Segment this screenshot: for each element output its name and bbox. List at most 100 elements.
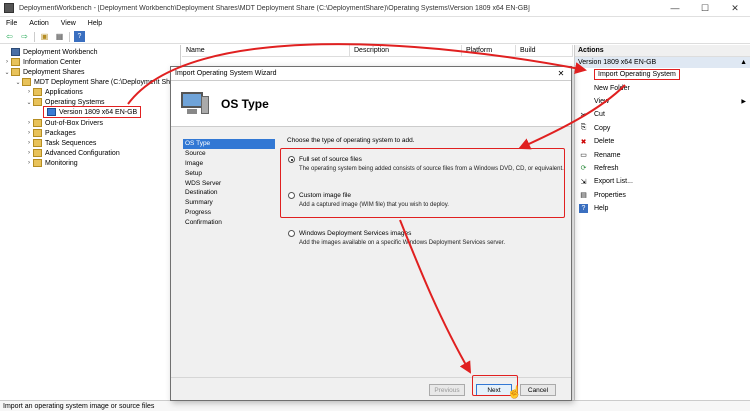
previous-button[interactable]: Previous — [429, 384, 465, 396]
collapse-icon[interactable]: ▲ — [740, 59, 747, 66]
actions-context-header[interactable]: Version 1809 x64 EN-GB ▲ — [575, 57, 750, 68]
action-label: View — [594, 97, 610, 105]
tree-item-task-sequences[interactable]: › Task Sequences — [25, 138, 96, 148]
menu-file[interactable]: File — [6, 20, 17, 27]
dialog-title: Import Operating System Wizard — [175, 70, 277, 77]
close-button[interactable]: ✕ — [720, 0, 750, 17]
blank-icon — [579, 84, 588, 93]
expand-arrow-icon[interactable]: › — [25, 150, 33, 156]
dialog-heading: OS Type — [221, 96, 269, 111]
cancel-button[interactable]: Cancel — [520, 384, 556, 396]
tree-item-monitoring[interactable]: › Monitoring — [25, 158, 78, 168]
tree-item-label: Packages — [45, 129, 76, 137]
step-source: Source — [185, 150, 206, 158]
radio-wds-images[interactable] — [288, 230, 295, 237]
action-import-operating-system[interactable]: Import Operating System — [575, 68, 750, 81]
folder-icon — [33, 149, 42, 157]
step-os-type: OS Type — [183, 139, 275, 149]
tree-item-label: Operating Systems — [45, 98, 105, 106]
tree-item-out-of-box-drivers[interactable]: › Out-of-Box Drivers — [25, 118, 103, 128]
step-summary: Summary — [185, 199, 213, 207]
expand-arrow-icon[interactable]: › — [25, 120, 33, 126]
expand-arrow-icon[interactable]: › — [3, 59, 11, 65]
step-image: Image — [185, 159, 204, 167]
properties-icon: ▤ — [580, 192, 587, 200]
tree-item-deployment-shares[interactable]: ⌄ Deployment Shares — [3, 67, 84, 77]
highlight-box-options — [280, 148, 565, 218]
expand-arrow-icon[interactable]: › — [25, 140, 33, 146]
cut-icon: ✂ — [580, 111, 587, 119]
tree-item-advanced-configuration[interactable]: › Advanced Configuration — [25, 148, 120, 158]
expand-arrow-icon[interactable]: › — [25, 89, 33, 95]
action-label: Cut — [594, 111, 605, 119]
tree-item-information-center[interactable]: › Information Center — [3, 57, 81, 67]
window-controls: — ☐ ✕ — [660, 0, 750, 17]
wizard-steps: OS Type Source Image Setup WDS Server De… — [183, 139, 275, 227]
action-label: Delete — [594, 138, 615, 146]
step-progress: Progress — [185, 208, 212, 216]
action-view[interactable]: View ▶ — [575, 95, 750, 108]
column-header-platform[interactable]: Platform — [462, 45, 516, 56]
folder-up-icon[interactable]: ▣ — [39, 31, 50, 42]
step-wds-server: WDS Server — [185, 179, 222, 187]
show-hide-tree-icon[interactable]: ▦ — [54, 31, 65, 42]
action-label: Import Operating System — [594, 69, 680, 81]
menu-view[interactable]: View — [61, 20, 76, 27]
action-rename[interactable]: ▭ Rename — [575, 148, 750, 161]
action-label: Refresh — [594, 164, 619, 172]
dialog-header: OS Type — [171, 81, 571, 127]
action-properties[interactable]: ▤ Properties — [575, 189, 750, 202]
option-wds-images[interactable]: Windows Deployment Services images Add t… — [287, 230, 565, 246]
expand-arrow-icon[interactable]: › — [25, 130, 33, 136]
expand-arrow-icon[interactable]: ⌄ — [14, 79, 22, 86]
tree-item-label: Deployment Shares — [23, 68, 85, 76]
tree-item-deployment-workbench[interactable]: Deployment Workbench — [3, 47, 98, 57]
folder-icon — [11, 58, 20, 66]
tree-item-label: Version 1809 x64 EN-GB — [59, 108, 138, 116]
minimize-button[interactable]: — — [660, 0, 690, 17]
option-label: Windows Deployment Services images — [299, 230, 412, 237]
navigation-tree: Deployment Workbench › Information Cente… — [0, 45, 181, 400]
tree-item-mdt-deployment-share[interactable]: ⌄ MDT Deployment Share (C:\Deployment Sh… — [14, 77, 180, 87]
dialog-title-bar: Import Operating System Wizard ✕ — [171, 67, 571, 81]
dialog-close-icon[interactable]: ✕ — [551, 69, 571, 78]
column-header-name[interactable]: Name — [182, 45, 350, 56]
folder-icon — [22, 78, 31, 86]
actions-header: Actions — [575, 45, 750, 57]
action-help[interactable]: ? Help — [575, 202, 750, 215]
column-header-description[interactable]: Description — [350, 45, 462, 56]
maximize-button[interactable]: ☐ — [690, 0, 720, 17]
action-label: Rename — [594, 151, 621, 159]
tree-item-applications[interactable]: › Applications — [25, 87, 83, 97]
menu-action[interactable]: Action — [29, 20, 48, 27]
tree-item-packages[interactable]: › Packages — [25, 128, 76, 138]
column-header-build[interactable]: Build — [516, 45, 573, 56]
action-copy[interactable]: ⎘ Copy — [575, 122, 750, 135]
tree-item-label: Advanced Configuration — [45, 149, 120, 157]
app-icon — [4, 3, 14, 13]
action-new-folder[interactable]: New Folder — [575, 81, 750, 94]
action-cut[interactable]: ✂ Cut — [575, 108, 750, 121]
expand-arrow-icon[interactable]: ⌄ — [3, 69, 11, 76]
help-icon[interactable]: ? — [74, 31, 85, 42]
menu-bar: File Action View Help — [0, 17, 750, 29]
help-icon: ? — [579, 204, 588, 214]
action-label: Help — [594, 205, 609, 213]
blank-icon — [579, 70, 588, 79]
tree-item-label: Task Sequences — [45, 139, 97, 147]
forward-icon[interactable]: ⇨ — [19, 31, 30, 42]
back-icon[interactable]: ⇦ — [4, 31, 15, 42]
folder-icon — [33, 119, 42, 127]
step-confirmation: Confirmation — [185, 218, 222, 226]
expand-arrow-icon[interactable]: ⌄ — [25, 99, 33, 106]
tree-item-version-1809[interactable]: Version 1809 x64 EN-GB — [43, 106, 142, 118]
workbench-icon — [11, 48, 20, 56]
action-export-list[interactable]: ⇲ Export List... — [575, 175, 750, 188]
title-bar: DeploymentWorkbench - [Deployment Workbe… — [0, 0, 750, 17]
action-delete[interactable]: ✖ Delete — [575, 135, 750, 148]
expand-arrow-icon[interactable]: › — [25, 160, 33, 166]
step-setup: Setup — [185, 169, 202, 177]
menu-help[interactable]: Help — [88, 20, 102, 27]
action-refresh[interactable]: ⟳ Refresh — [575, 162, 750, 175]
tree-item-label: Applications — [45, 88, 83, 96]
